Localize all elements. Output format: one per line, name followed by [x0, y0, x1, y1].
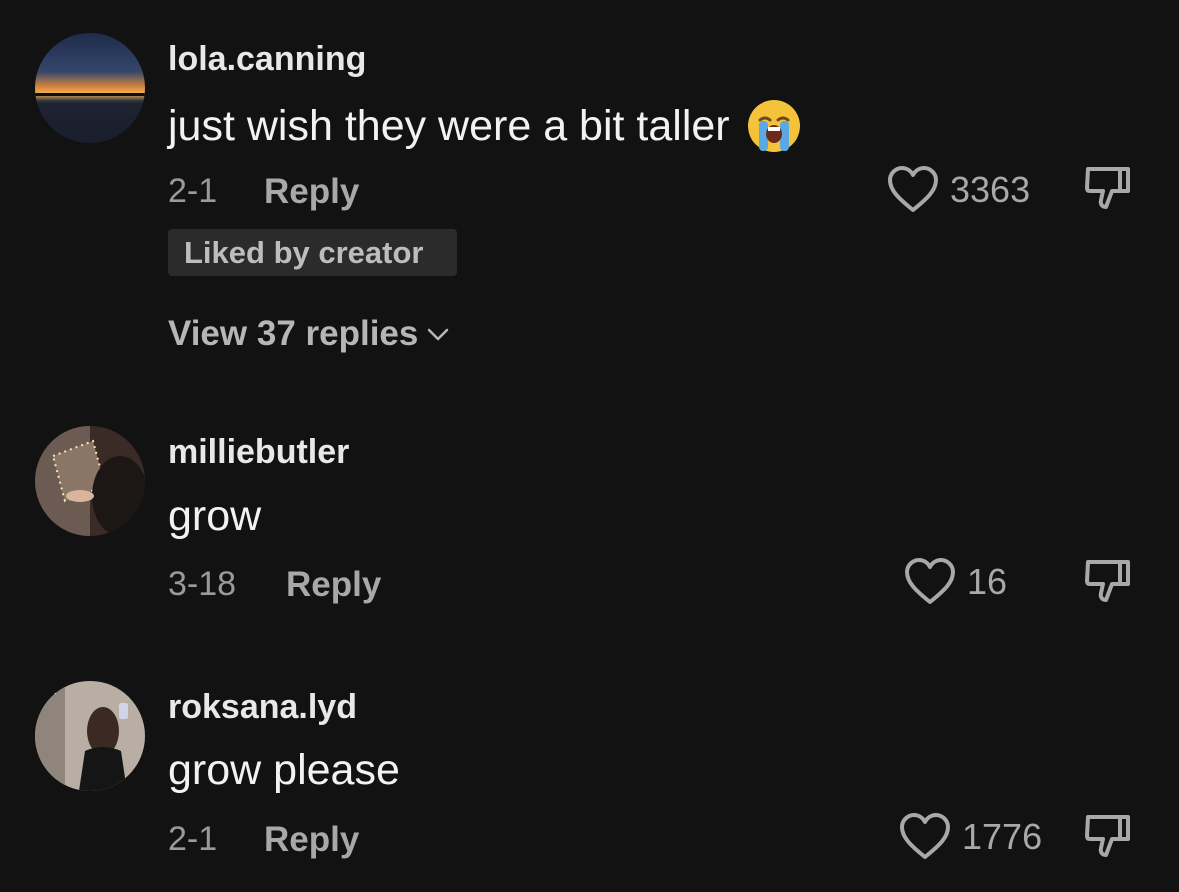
view-replies-button[interactable]: View 37 replies: [168, 314, 450, 354]
loudly-crying-face-icon: [747, 100, 800, 152]
dislike-icon[interactable]: [1082, 811, 1132, 861]
view-replies-label: View 37 replies: [168, 314, 419, 353]
chevron-down-icon: [428, 328, 449, 341]
heart-icon: [888, 166, 938, 212]
dislike-icon[interactable]: [1082, 163, 1132, 213]
comment-date: 3-18: [168, 565, 237, 603]
reply-button[interactable]: Reply: [264, 172, 359, 212]
like-button[interactable]: 1776: [898, 812, 1042, 862]
liked-by-creator-badge: Liked by creator: [168, 229, 457, 276]
comment-text: grow please: [168, 746, 400, 795]
avatar[interactable]: [35, 681, 145, 791]
avatar-image-lights: [35, 426, 145, 536]
like-count: 16: [967, 561, 1008, 602]
reply-button[interactable]: Reply: [286, 565, 381, 605]
like-count: 1776: [962, 816, 1043, 857]
reply-button[interactable]: Reply: [264, 820, 359, 860]
avatar-image-mirror-selfie: [35, 681, 145, 791]
avatar[interactable]: [35, 426, 145, 536]
heart-icon: [905, 558, 955, 604]
comment-text-content: grow: [168, 492, 262, 540]
heart-icon: [900, 813, 950, 859]
like-button[interactable]: 16: [903, 557, 1007, 607]
avatar[interactable]: [35, 33, 145, 143]
comment-text: just wish they were a bit taller: [168, 98, 802, 154]
username[interactable]: milliebutler: [168, 433, 349, 472]
username[interactable]: lola.canning: [168, 40, 366, 79]
like-count: 3363: [950, 169, 1031, 210]
comment-date: 2-1: [168, 172, 218, 210]
comment-text-content: grow please: [168, 746, 400, 794]
dislike-icon[interactable]: [1082, 556, 1132, 606]
like-button[interactable]: 3363: [886, 165, 1030, 215]
comment-text: grow: [168, 492, 261, 541]
comment-text-content: just wish they were a bit taller: [168, 101, 730, 150]
username[interactable]: roksana.lyd: [168, 688, 357, 727]
comment-date: 2-1: [168, 820, 218, 858]
avatar-image-sunset: [35, 33, 145, 143]
